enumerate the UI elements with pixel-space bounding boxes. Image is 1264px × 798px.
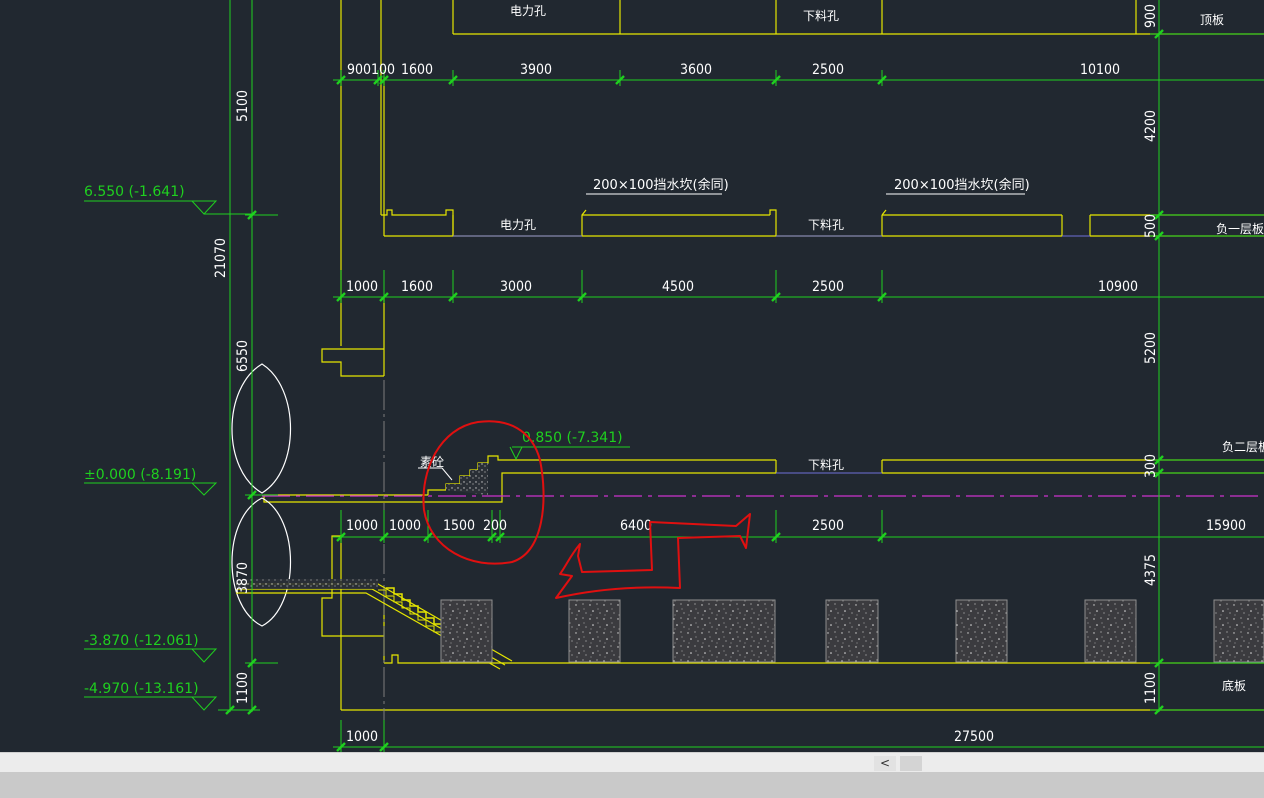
elevation-minus-4970: -4.970 (-13.161)	[84, 681, 199, 697]
dim-right-4375: 4375	[1143, 554, 1159, 586]
column	[440, 599, 493, 663]
horizontal-scrollbar[interactable]: <	[0, 752, 1264, 773]
dim-right-5200: 5200	[1143, 332, 1159, 364]
label-b1-chute-hole: 下料孔	[808, 218, 844, 232]
dim-top-3600: 3600	[680, 62, 712, 78]
cad-drawing-canvas[interactable]: 电力孔 下料孔 顶板 200×100挡水坎(余同) 200×100挡水坎(余同)…	[0, 0, 1264, 752]
label-roof-chute-hole: 下料孔	[803, 9, 839, 23]
dim-low-1500: 1500	[443, 518, 475, 534]
step-fill	[446, 463, 488, 495]
label-b2-slab: 负二层板	[1222, 440, 1264, 454]
scroll-thumb[interactable]	[900, 756, 922, 771]
dim-mid-1600: 1600	[401, 279, 433, 295]
dim-top-900: 900	[347, 62, 371, 78]
dim-top-2500: 2500	[812, 62, 844, 78]
dim-right-300: 300	[1143, 454, 1159, 478]
scroll-left-button[interactable]: <	[874, 756, 896, 771]
column	[1084, 599, 1137, 663]
dim-low-6400: 6400	[620, 518, 652, 534]
dim-left-3870: 3870	[235, 562, 251, 594]
dim-top-3900: 3900	[520, 62, 552, 78]
label-roof-power-hole: 电力孔	[510, 4, 546, 18]
dim-mid-10900: 10900	[1098, 279, 1138, 295]
column	[1213, 599, 1264, 663]
dim-low-1000b: 1000	[389, 518, 421, 534]
note-ridge-b: 200×100挡水坎(余同)	[894, 177, 1030, 193]
dim-mid-1000: 1000	[346, 279, 378, 295]
dim-low-1000a: 1000	[346, 518, 378, 534]
dim-left-5100: 5100	[235, 90, 251, 122]
dim-right-1100: 1100	[1143, 672, 1159, 704]
label-b1-power-hole: 电力孔	[500, 218, 536, 232]
dim-bottom-1000: 1000	[346, 729, 378, 745]
dim-low-2500: 2500	[812, 518, 844, 534]
note-ridge-a: 200×100挡水坎(余同)	[593, 177, 729, 193]
dim-top-100: 100	[371, 62, 395, 78]
dim-mid-2500: 2500	[812, 279, 844, 295]
label-bottom-slab: 底板	[1222, 678, 1246, 693]
note-step: 素砼	[420, 455, 444, 469]
column	[825, 599, 879, 663]
dim-right-500: 500	[1143, 214, 1159, 238]
label-b1-slab: 负一层板	[1216, 222, 1264, 236]
dim-top-1600: 1600	[401, 62, 433, 78]
dim-left-21070: 21070	[213, 238, 229, 278]
red-markup	[422, 420, 751, 599]
elevation-minus-3870: -3.870 (-12.061)	[84, 633, 199, 649]
dim-top-10100: 10100	[1080, 62, 1120, 78]
markup-arrow	[555, 513, 751, 599]
label-b2-chute-hole: 下料孔	[808, 458, 844, 472]
dim-mid-3000: 3000	[500, 279, 532, 295]
status-bar	[0, 772, 1264, 798]
dim-low-15900: 15900	[1206, 518, 1246, 534]
elevation-0850: 0.850 (-7.341)	[522, 430, 623, 446]
dim-left-1100: 1100	[235, 672, 251, 704]
elevation-6550: 6.550 (-1.641)	[84, 184, 185, 200]
dim-left-6550: 6550	[235, 340, 251, 372]
note-step-arrow	[441, 467, 453, 481]
columns	[440, 599, 1264, 663]
stair-fill	[236, 579, 378, 589]
column	[955, 599, 1008, 663]
elevation-0000: ±0.000 (-8.191)	[84, 467, 196, 483]
column	[672, 599, 776, 663]
dim-right-900: 900	[1143, 4, 1159, 28]
column	[568, 599, 621, 663]
dim-mid-4500: 4500	[662, 279, 694, 295]
dim-bottom-27500: 27500	[954, 729, 994, 745]
label-roof-slab: 顶板	[1200, 13, 1224, 27]
dim-right-4200: 4200	[1143, 110, 1159, 142]
dim-low-200: 200	[483, 518, 507, 534]
